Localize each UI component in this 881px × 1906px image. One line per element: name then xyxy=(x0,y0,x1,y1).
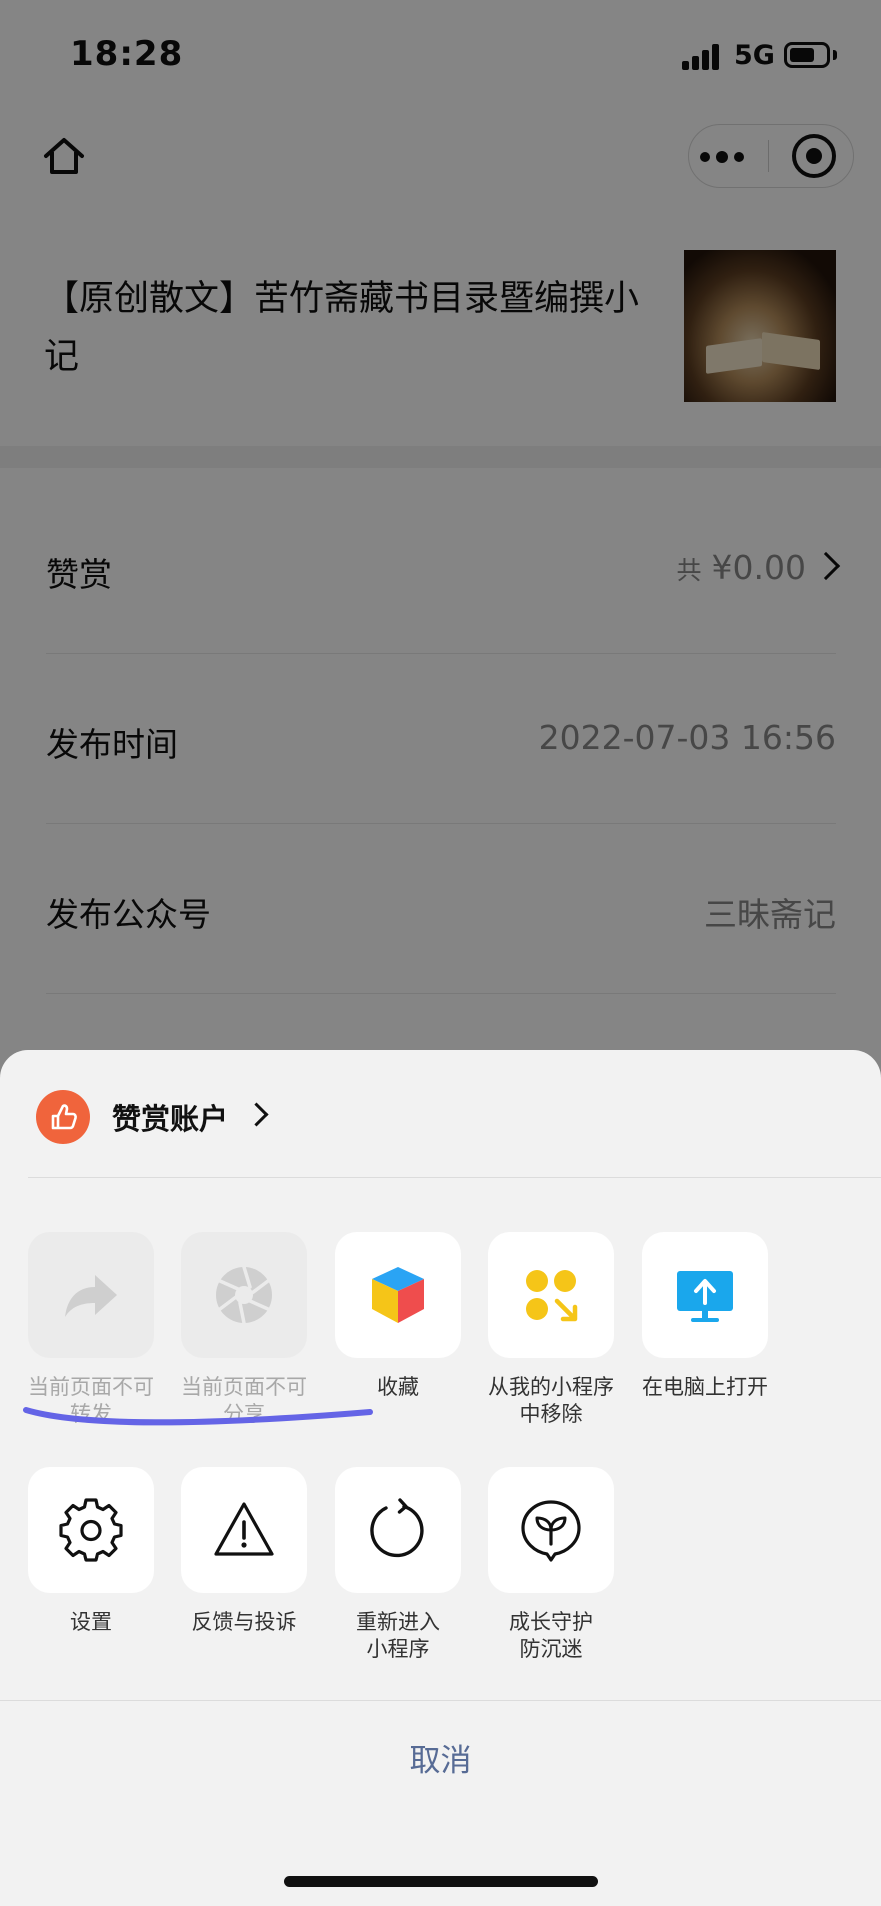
sheet-divider xyxy=(28,1177,881,1178)
reward-account-label: 赞赏账户 xyxy=(112,1102,229,1136)
forward-icon xyxy=(65,1275,117,1317)
growth-guard-action[interactable]: 成长守护 防沉迷 xyxy=(488,1467,614,1661)
feedback-action[interactable]: 反馈与投诉 xyxy=(181,1467,307,1634)
growth-guard-label: 成长守护 防沉迷 xyxy=(509,1610,593,1661)
home-indicator[interactable] xyxy=(284,1876,598,1887)
settings-action[interactable]: 设置 xyxy=(28,1467,154,1634)
open-on-pc-label: 在电脑上打开 xyxy=(642,1375,768,1399)
share-action: 当前页面不可 分享 xyxy=(181,1232,307,1426)
gear-icon xyxy=(59,1498,123,1562)
forward-action: 当前页面不可 转发 xyxy=(28,1232,154,1426)
open-on-pc-action[interactable]: 在电脑上打开 xyxy=(642,1232,768,1399)
sprout-shield-icon xyxy=(521,1500,581,1562)
warning-icon xyxy=(214,1502,274,1556)
annotation-underline xyxy=(23,1407,373,1426)
cancel-button[interactable]: 取消 xyxy=(0,1701,881,1821)
remove-miniprogram-action[interactable]: 从我的小程序 中移除 xyxy=(488,1232,614,1426)
remove-miniprogram-icon xyxy=(526,1270,578,1322)
reward-account-icon xyxy=(36,1090,90,1144)
reload-icon xyxy=(370,1498,424,1558)
favorite-cube-icon xyxy=(372,1267,424,1323)
reload-action[interactable]: 重新进入 小程序 xyxy=(335,1467,461,1661)
aperture-share-icon xyxy=(216,1265,272,1325)
thumbs-up-icon xyxy=(51,1104,77,1130)
favorite-action[interactable]: 收藏 xyxy=(335,1232,461,1399)
open-on-pc-icon xyxy=(677,1271,733,1322)
